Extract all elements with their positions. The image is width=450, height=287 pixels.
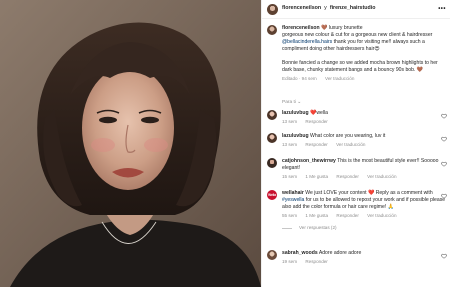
caption-emoji: 🤎 xyxy=(321,25,328,31)
comment: catjohnson_thewirrwy This is the most be… xyxy=(267,158,447,180)
like-heart-icon[interactable] xyxy=(441,113,447,119)
reply-link[interactable]: Responder xyxy=(305,259,327,264)
comment-time: 15 sem xyxy=(282,174,298,180)
likes-count[interactable]: 1 Me gusta xyxy=(305,174,328,179)
comment-meta: 19 sem Responder xyxy=(282,259,447,265)
post-caption: florenceneilson 🤎 luxury brunette gorgeo… xyxy=(267,25,447,82)
author-username[interactable]: florenceneilson xyxy=(282,5,321,12)
comment-time: 55 sem xyxy=(282,213,298,219)
caption-translate[interactable]: Ver traducción xyxy=(325,76,354,81)
like-heart-icon[interactable] xyxy=(441,253,447,259)
commenter-avatar[interactable] xyxy=(267,158,277,168)
caption-avatar[interactable] xyxy=(267,25,277,35)
reply-link[interactable]: Responder xyxy=(305,142,327,147)
comment: lazuluvbug ❤️wella 13 sem Responder xyxy=(267,110,447,125)
comment-meta: 13 sem Responder Ver traducción xyxy=(282,142,447,148)
comment-text: ❤️wella xyxy=(310,110,328,116)
view-replies[interactable]: Ver respuestas (2) xyxy=(282,225,447,231)
comment-hashtag[interactable]: #yeswella xyxy=(282,197,304,203)
comment-text-wrap: catjohnson_thewirrwy This is the most be… xyxy=(282,158,447,172)
comment-text-wrap: lazuluvbug ❤️wella xyxy=(282,110,447,117)
comment-username[interactable]: catjohnson_thewirrwy xyxy=(282,158,336,164)
reply-link[interactable]: Responder xyxy=(336,213,358,218)
comment-username[interactable]: lazuluvbug xyxy=(282,133,309,139)
portrait-image xyxy=(0,0,261,287)
like-heart-icon[interactable] xyxy=(441,193,447,199)
comment: sabrah_woods Adore adore adore 19 sem Re… xyxy=(267,250,447,265)
caption-mention[interactable]: @bellacinderella.hairs xyxy=(282,39,332,45)
comment-meta: 55 sem 1 Me gusta Responder Ver traducci… xyxy=(282,213,447,219)
caption-line2: gorgeous new colour & cut for a gorgeous… xyxy=(282,32,433,39)
comment-text-wrap: wellahair We just LOVE your content ❤️ R… xyxy=(282,190,447,211)
caption-meta: Editado · 94 sem Ver traducción xyxy=(282,76,447,82)
comment-text-b: for us to be allowed to repost your work… xyxy=(282,197,446,211)
caption-paragraph2: Bonnie fancied a change so we added moch… xyxy=(282,60,438,74)
collab-username[interactable]: firenze_hairstudio xyxy=(330,5,376,12)
like-heart-icon[interactable] xyxy=(441,136,447,142)
caption-edited: Editado · 94 sem xyxy=(282,76,317,82)
like-heart-icon[interactable] xyxy=(441,161,447,167)
comment-time: 13 sem xyxy=(282,119,298,125)
caption-line1: luxury brunette xyxy=(328,25,363,31)
caption-username[interactable]: florenceneilson xyxy=(282,25,320,31)
comment-time: 19 sem xyxy=(282,259,298,265)
commenter-avatar[interactable] xyxy=(267,250,277,260)
likes-count[interactable]: 1 Me gusta xyxy=(305,213,328,218)
comment-text-wrap: lazuluvbug What color are you wearing, l… xyxy=(282,133,447,140)
comment-username[interactable]: wellahair xyxy=(282,190,304,196)
translate-link[interactable]: Ver traducción xyxy=(367,213,396,218)
translate-link[interactable]: Ver traducción xyxy=(336,142,365,147)
reply-link[interactable]: Responder xyxy=(305,119,327,124)
comment-text-a: We just LOVE your content ❤️ Reply as a … xyxy=(305,190,433,196)
comment-meta: 15 sem 1 Me gusta Responder Ver traducci… xyxy=(282,174,447,180)
reply-link[interactable]: Responder xyxy=(336,174,358,179)
caption-text: florenceneilson 🤎 luxury brunette gorgeo… xyxy=(282,25,447,74)
wella-avatar[interactable]: Wella xyxy=(267,190,277,200)
comments-panel: florenceneilson y firenze_hairstudio •••… xyxy=(261,0,450,287)
post-photo[interactable] xyxy=(0,0,261,287)
comment-text-wrap: sabrah_woods Adore adore adore xyxy=(282,250,447,257)
commenter-avatar[interactable] xyxy=(267,110,277,120)
comment-username[interactable]: lazuluvbug xyxy=(282,110,309,116)
comment-text: What color are you wearing, luv it xyxy=(310,133,386,139)
post-authors: florenceneilson y firenze_hairstudio xyxy=(282,5,375,12)
comment: Wella wellahair We just LOVE your conten… xyxy=(267,190,447,231)
para-ti-toggle[interactable]: Para ti ⌄ xyxy=(282,100,301,106)
author-conjunction: y xyxy=(324,5,327,12)
view-replies-label[interactable]: Ver respuestas (2) xyxy=(299,225,337,230)
author-avatar[interactable] xyxy=(267,3,278,15)
comment-time: 13 sem xyxy=(282,142,298,148)
comment-text: Adore adore adore xyxy=(318,250,362,256)
comment: lazuluvbug What color are you wearing, l… xyxy=(267,133,447,148)
post-header: florenceneilson y firenze_hairstudio ••• xyxy=(262,0,450,19)
commenter-avatar[interactable] xyxy=(267,133,277,143)
translate-link[interactable]: Ver traducción xyxy=(367,174,396,179)
post-viewer: florenceneilson y firenze_hairstudio •••… xyxy=(0,0,450,287)
reply-line-divider xyxy=(282,227,292,229)
comment-meta: 13 sem Responder xyxy=(282,119,447,125)
more-options-icon[interactable]: ••• xyxy=(438,5,446,13)
comment-username[interactable]: sabrah_woods xyxy=(282,250,318,256)
